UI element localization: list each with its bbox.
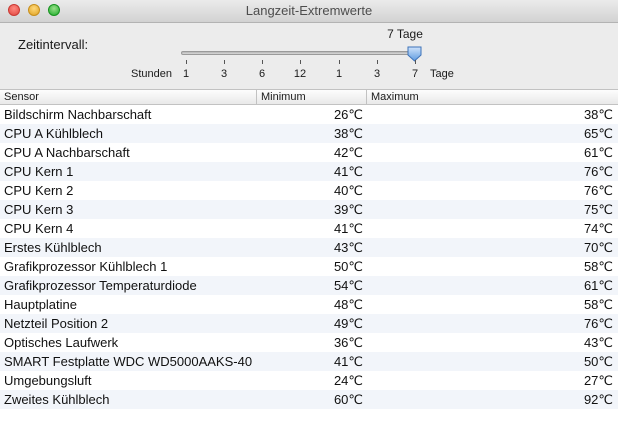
minimum-cell: 43℃ [333, 240, 363, 255]
interval-tick-label: 6 [258, 68, 266, 80]
unit-hours-label: Stunden [131, 68, 172, 80]
sensor-cell: CPU A Nachbarschaft [4, 145, 130, 160]
interval-current-value: 7 Tage [387, 27, 423, 41]
sensor-cell: CPU Kern 3 [4, 202, 74, 217]
maximum-cell: 76℃ [583, 164, 613, 179]
maximum-cell: 76℃ [583, 316, 613, 331]
sensor-cell: CPU Kern 4 [4, 221, 74, 236]
sensor-cell: Bildschirm Nachbarschaft [4, 107, 152, 122]
sensor-cell: Optisches Laufwerk [4, 335, 119, 350]
minimum-cell: 41℃ [333, 221, 363, 236]
table-row[interactable]: Bildschirm Nachbarschaft 26℃ 38℃ [0, 105, 618, 124]
table-row[interactable]: Optisches Laufwerk 36℃ 43℃ [0, 333, 618, 352]
minimum-cell: 26℃ [333, 107, 363, 122]
table-row[interactable]: Zweites Kühlblech 60℃ 92℃ [0, 390, 618, 409]
maximum-cell: 61℃ [583, 145, 613, 160]
table-row[interactable]: CPU Kern 3 39℃ 75℃ [0, 200, 618, 219]
table-row[interactable]: Erstes Kühlblech 43℃ 70℃ [0, 238, 618, 257]
table-row[interactable]: CPU Kern 2 40℃ 76℃ [0, 181, 618, 200]
column-header-sensor[interactable]: Sensor [0, 90, 257, 104]
maximum-cell: 43℃ [583, 335, 613, 350]
unit-days-label: Tage [430, 68, 454, 80]
table-body: Bildschirm Nachbarschaft 26℃ 38℃ CPU A Kühl… [0, 105, 618, 409]
maximum-cell: 58℃ [583, 297, 613, 312]
minimum-cell: 36℃ [333, 335, 363, 350]
minimum-cell: 41℃ [333, 164, 363, 179]
table-header: Sensor Minimum Maximum [0, 89, 618, 105]
sensor-cell: Netzteil Position 2 [4, 316, 109, 331]
sensor-cell: Umgebungsluft [4, 373, 92, 388]
interval-tick [415, 60, 416, 64]
maximum-cell: 27℃ [583, 373, 613, 388]
sensor-cell: Hauptplatine [4, 297, 77, 312]
maximum-cell: 92℃ [583, 392, 613, 407]
interval-slider-track[interactable] [181, 51, 415, 55]
table-row[interactable]: Umgebungsluft 24℃ 27℃ [0, 371, 618, 390]
minimum-cell: 54℃ [333, 278, 363, 293]
sensor-cell: Zweites Kühlblech [4, 392, 110, 407]
table-row[interactable]: Netzteil Position 2 49℃ 76℃ [0, 314, 618, 333]
table-row[interactable]: Grafikprozessor Kühlblech 1 50℃ 58℃ [0, 257, 618, 276]
table-row[interactable]: SMART Festplatte WDC WD5000AAKS-40 41℃ 50℃ [0, 352, 618, 371]
extremes-window: Langzeit-Extremwerte Zeitintervall: 7 Ta… [0, 0, 618, 434]
minimum-cell: 48℃ [333, 297, 363, 312]
minimum-cell: 39℃ [333, 202, 363, 217]
minimum-cell: 50℃ [333, 259, 363, 274]
sensor-cell: CPU A Kühlblech [4, 126, 104, 141]
table-row[interactable]: CPU Kern 1 41℃ 76℃ [0, 162, 618, 181]
interval-tick-label: 7 [411, 68, 419, 80]
interval-tick [339, 60, 340, 64]
minimum-cell: 42℃ [333, 145, 363, 160]
interval-tick-label: 12 [293, 68, 307, 80]
interval-tick-label: 3 [373, 68, 381, 80]
sensor-cell: Grafikprozessor Temperaturdiode [4, 278, 197, 293]
interval-tick-label: 1 [182, 68, 190, 80]
sensor-cell: CPU Kern 2 [4, 183, 74, 198]
table-row[interactable]: CPU A Nachbarschaft 42℃ 61℃ [0, 143, 618, 162]
column-header-minimum[interactable]: Minimum [257, 90, 367, 104]
minimum-cell: 41℃ [333, 354, 363, 369]
table-row[interactable]: CPU A Kühlblech 38℃ 65℃ [0, 124, 618, 143]
interval-tick-label: 3 [220, 68, 228, 80]
maximum-cell: 70℃ [583, 240, 613, 255]
interval-tick [300, 60, 301, 64]
minimum-cell: 49℃ [333, 316, 363, 331]
maximum-cell: 38℃ [583, 107, 613, 122]
maximum-cell: 65℃ [583, 126, 613, 141]
table-row[interactable]: Grafikprozessor Temperaturdiode 54℃ 61℃ [0, 276, 618, 295]
interval-tick-label: 1 [335, 68, 343, 80]
minimum-cell: 24℃ [333, 373, 363, 388]
sensor-cell: Grafikprozessor Kühlblech 1 [4, 259, 168, 274]
minimum-cell: 60℃ [333, 392, 363, 407]
window-title: Langzeit-Extremwerte [245, 3, 373, 18]
column-header-maximum[interactable]: Maximum [367, 90, 618, 104]
interval-label: Zeitintervall: [18, 37, 89, 52]
interval-tick [186, 60, 187, 64]
maximum-cell: 76℃ [583, 183, 613, 198]
title-bar[interactable]: Langzeit-Extremwerte [0, 0, 618, 23]
interval-controls: Zeitintervall: 7 Tage 1 3 6 12 1 3 7 Stunden T… [0, 23, 618, 89]
interval-tick [262, 60, 263, 64]
interval-tick [377, 60, 378, 64]
table-row[interactable]: Hauptplatine 48℃ 58℃ [0, 295, 618, 314]
table-row[interactable]: CPU Kern 4 41℃ 74℃ [0, 219, 618, 238]
minimum-cell: 38℃ [333, 126, 363, 141]
extremes-table: Sensor Minimum Maximum Bildschirm Nachba… [0, 89, 618, 434]
sensor-cell: CPU Kern 1 [4, 164, 74, 179]
maximum-cell: 50℃ [583, 354, 613, 369]
interval-tick [224, 60, 225, 64]
maximum-cell: 58℃ [583, 259, 613, 274]
maximum-cell: 75℃ [583, 202, 613, 217]
maximum-cell: 61℃ [583, 278, 613, 293]
maximum-cell: 74℃ [583, 221, 613, 236]
sensor-cell: SMART Festplatte WDC WD5000AAKS-40 [4, 354, 253, 369]
sensor-cell: Erstes Kühlblech [4, 240, 102, 255]
minimum-cell: 40℃ [333, 183, 363, 198]
